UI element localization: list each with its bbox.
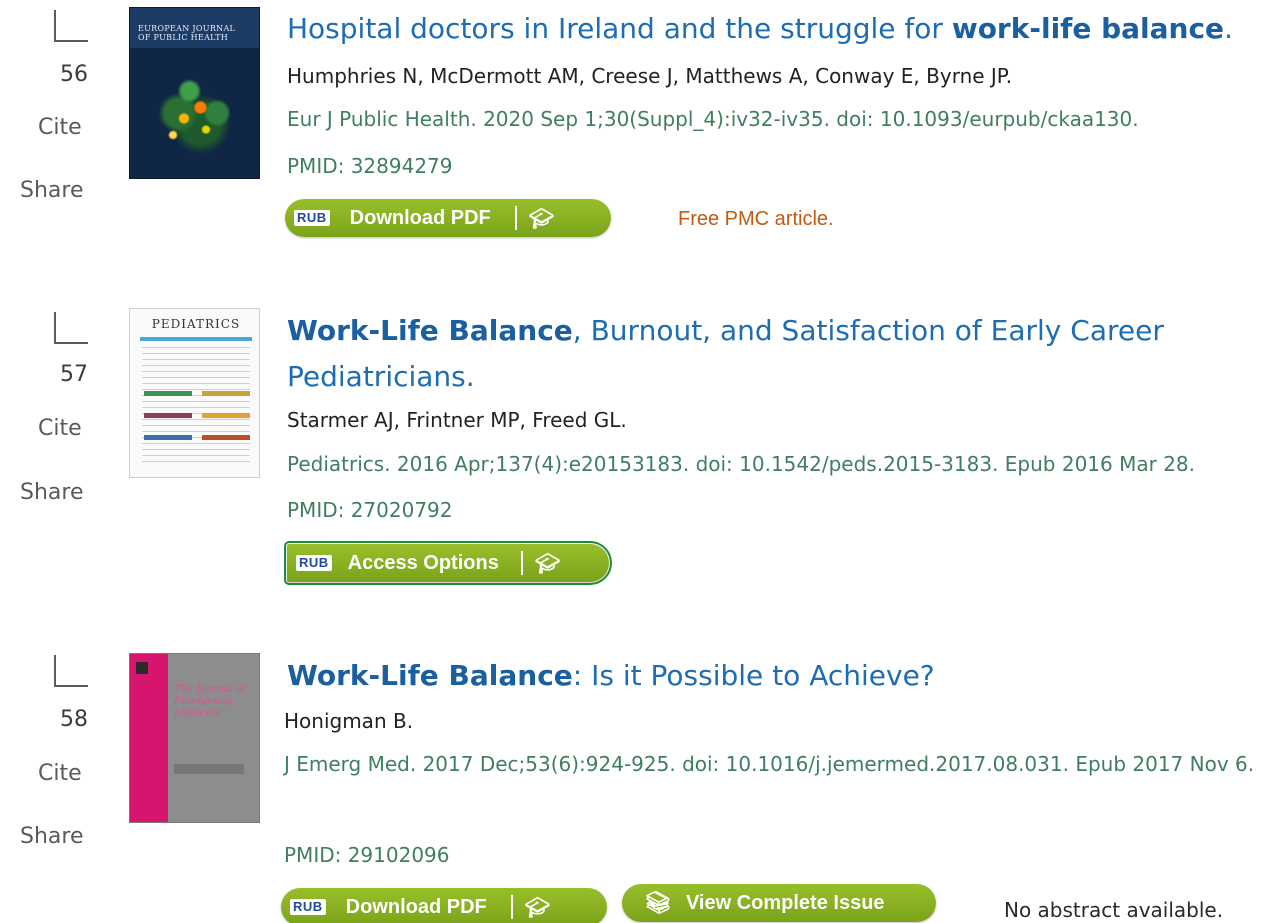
- free-pmc-article-label: Free PMC article.: [678, 208, 834, 230]
- share-button[interactable]: Share: [20, 480, 100, 505]
- view-complete-issue-label: View Complete Issue: [685, 891, 885, 914]
- download-pdf-button[interactable]: RUB Download PDF 🎓︎: [281, 888, 607, 923]
- article-authors: Honigman B.: [284, 709, 414, 733]
- download-pdf-label: Download PDF: [349, 206, 491, 229]
- select-checkbox[interactable]: [54, 10, 88, 42]
- result-item: 56 Cite Share EUROPEAN JOURNAL OF PUBLIC…: [0, 0, 1288, 260]
- article-citation: Eur J Public Health. 2020 Sep 1;30(Suppl…: [287, 107, 1139, 131]
- article-title-link[interactable]: Hospital doctors in Ireland and the stru…: [287, 6, 1277, 52]
- article-citation: J Emerg Med. 2017 Dec;53(6):924-925. doi…: [284, 752, 1255, 776]
- article-title-link[interactable]: Work-Life Balance, Burnout, and Satisfac…: [287, 308, 1277, 400]
- cover-masthead: EUROPEAN JOURNAL OF PUBLIC HEALTH: [138, 24, 236, 42]
- rub-logo: RUB: [294, 210, 330, 226]
- journal-cover-image[interactable]: EUROPEAN JOURNAL OF PUBLIC HEALTH: [129, 7, 260, 179]
- rub-logo: RUB: [296, 555, 332, 571]
- journal-cover-image[interactable]: The Journal of Emergency Medicine: [129, 653, 260, 823]
- graduation-cap-icon[interactable]: 🎓︎: [535, 551, 560, 576]
- article-authors: Humphries N, McDermott AM, Creese J, Mat…: [287, 64, 1013, 88]
- download-pdf-button[interactable]: RUB Download PDF 🎓︎: [285, 199, 611, 237]
- article-pmid: PMID: 29102096: [284, 843, 450, 867]
- download-pdf-label: Download PDF: [345, 895, 487, 918]
- cite-button[interactable]: Cite: [38, 761, 98, 786]
- result-number: 58: [60, 707, 88, 732]
- share-button[interactable]: Share: [20, 178, 100, 203]
- view-complete-issue-button[interactable]: 📚︎ View Complete Issue: [622, 884, 936, 922]
- book-icon: 📚︎: [644, 890, 672, 915]
- article-authors: Starmer AJ, Frintner MP, Freed GL.: [287, 408, 627, 432]
- no-abstract-label: No abstract available.: [1004, 898, 1224, 922]
- article-pmid: PMID: 27020792: [287, 498, 453, 522]
- publisher-logo-icon: [136, 662, 148, 674]
- journal-cover-image[interactable]: PEDIATRICS: [129, 308, 260, 478]
- graduation-cap-icon[interactable]: 🎓︎: [529, 206, 554, 231]
- cover-masthead: The Journal of Emergency Medicine: [174, 684, 246, 719]
- result-number: 57: [60, 362, 88, 387]
- rub-logo: RUB: [290, 899, 326, 915]
- article-citation: Pediatrics. 2016 Apr;137(4):e20153183. d…: [287, 452, 1196, 476]
- share-button[interactable]: Share: [20, 824, 100, 849]
- cover-masthead: PEDIATRICS: [151, 317, 241, 331]
- article-pmid: PMID: 32894279: [287, 154, 453, 178]
- access-options-label: Access Options: [347, 551, 499, 574]
- search-results-page: 56 Cite Share EUROPEAN JOURNAL OF PUBLIC…: [0, 0, 1288, 923]
- result-number: 56: [60, 62, 88, 87]
- access-options-button[interactable]: RUB Access Options 🎓︎: [284, 541, 612, 585]
- result-item: 58 Cite Share The Journal of Emergency M…: [0, 645, 1288, 923]
- graduation-cap-icon[interactable]: 🎓︎: [525, 895, 550, 920]
- cite-button[interactable]: Cite: [38, 115, 98, 140]
- cover-map-graphic: [140, 58, 250, 168]
- article-title-link[interactable]: Work-Life Balance: Is it Possible to Ach…: [287, 653, 1277, 699]
- select-checkbox[interactable]: [54, 312, 88, 344]
- result-item: 57 Cite Share PEDIATRICS Work-Life Balan…: [0, 300, 1288, 600]
- select-checkbox[interactable]: [54, 655, 88, 687]
- cite-button[interactable]: Cite: [38, 416, 98, 441]
